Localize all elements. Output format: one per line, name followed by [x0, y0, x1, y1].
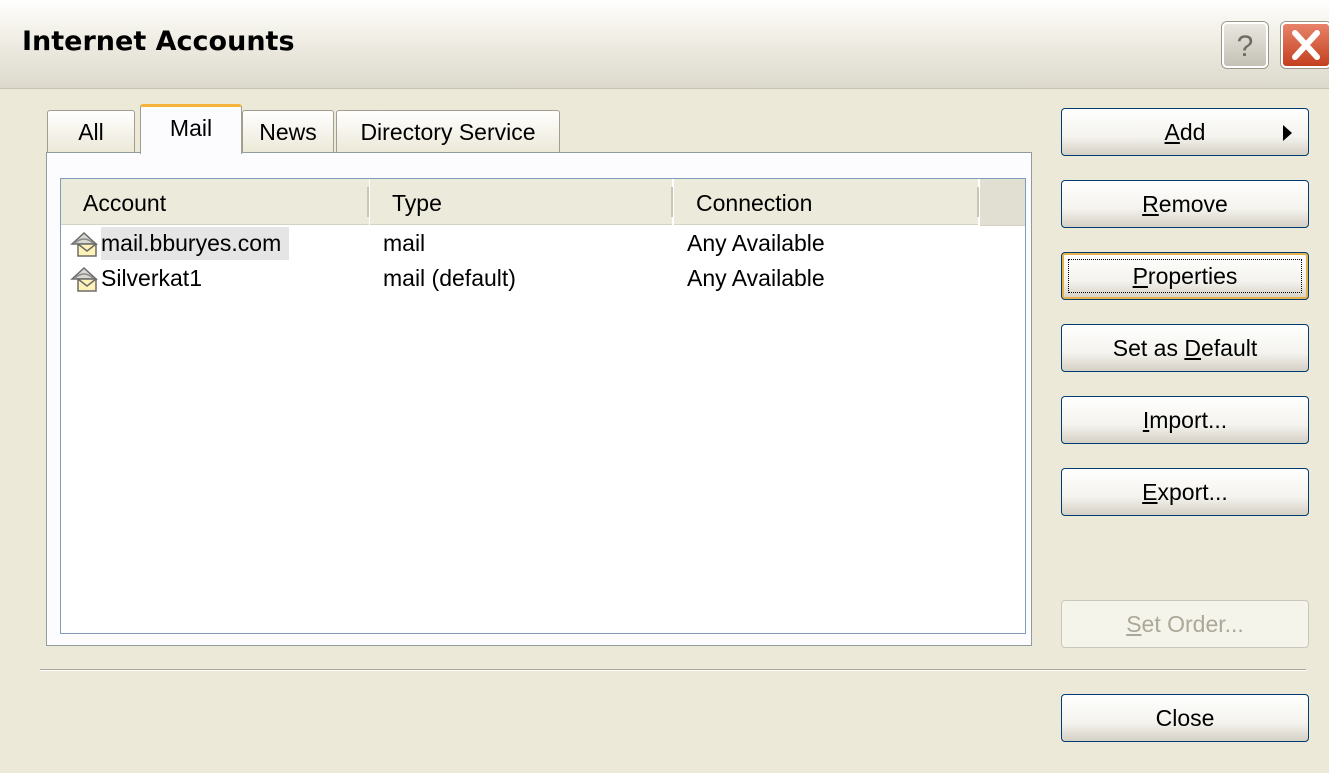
column-header-connection[interactable]: Connection — [674, 179, 978, 225]
column-header-filler — [980, 179, 1025, 226]
submenu-arrow-icon — [1283, 125, 1292, 141]
account-name: mail.bburyes.com — [101, 227, 290, 260]
list-item[interactable]: Silverkat1 mail (default) Any Available — [61, 262, 1025, 295]
tab-all-label: All — [78, 119, 104, 145]
column-header-account-label: Account — [83, 190, 167, 216]
set-order-button-label: Set Order... — [1126, 611, 1244, 637]
svg-text:?: ? — [1237, 30, 1254, 63]
close-button-label: Close — [1155, 705, 1215, 731]
help-button[interactable]: ? — [1222, 22, 1268, 68]
add-button[interactable]: Add — [1061, 108, 1309, 156]
tab-directory-service-label: Directory Service — [360, 119, 536, 145]
tab-news-label: News — [259, 119, 317, 145]
close-button[interactable]: Close — [1061, 694, 1309, 742]
set-as-default-button[interactable]: Set as Default — [1061, 324, 1309, 372]
account-type: mail — [383, 230, 426, 256]
focus-rectangle — [1068, 259, 1302, 293]
account-name: Silverkat1 — [101, 265, 202, 291]
mail-account-icon — [70, 231, 98, 257]
remove-button-label: Remove — [1142, 191, 1228, 217]
tab-directory-service[interactable]: Directory Service — [336, 110, 560, 152]
import-button-label: Import... — [1142, 407, 1228, 433]
export-button-label: Export... — [1142, 479, 1228, 505]
window-title: Internet Accounts — [22, 26, 295, 57]
close-x-icon — [1292, 30, 1320, 60]
title-bar[interactable]: Internet Accounts ? — [0, 0, 1329, 89]
remove-button[interactable]: Remove — [1061, 180, 1309, 228]
set-order-button: Set Order... — [1061, 600, 1309, 648]
set-as-default-button-label: Set as Default — [1112, 335, 1258, 361]
divider — [40, 669, 1306, 671]
column-header-type[interactable]: Type — [370, 179, 672, 225]
add-button-label: Add — [1164, 119, 1206, 145]
account-connection: Any Available — [687, 230, 825, 256]
question-mark-icon: ? — [1237, 30, 1254, 63]
column-header-type-label: Type — [392, 190, 442, 216]
close-window-button[interactable] — [1281, 22, 1329, 68]
mail-account-icon — [70, 266, 98, 292]
account-type: mail (default) — [383, 265, 516, 291]
tab-news[interactable]: News — [242, 110, 334, 152]
import-button[interactable]: Import... — [1061, 396, 1309, 444]
account-connection: Any Available — [687, 265, 825, 291]
accounts-list[interactable]: Account Type Connection mail.bburyes.com… — [60, 178, 1026, 634]
tab-mail-label: Mail — [169, 115, 213, 141]
export-button[interactable]: Export... — [1061, 468, 1309, 516]
list-item[interactable]: mail.bburyes.com mail Any Available — [61, 227, 1025, 260]
column-header-connection-label: Connection — [696, 190, 813, 216]
internet-accounts-dialog: Internet Accounts ? All Mail News Direct… — [0, 0, 1329, 773]
properties-button[interactable]: Properties — [1061, 252, 1309, 300]
tab-mail[interactable]: Mail — [140, 104, 242, 154]
column-header-account[interactable]: Account — [61, 179, 369, 225]
tab-all[interactable]: All — [47, 110, 135, 152]
